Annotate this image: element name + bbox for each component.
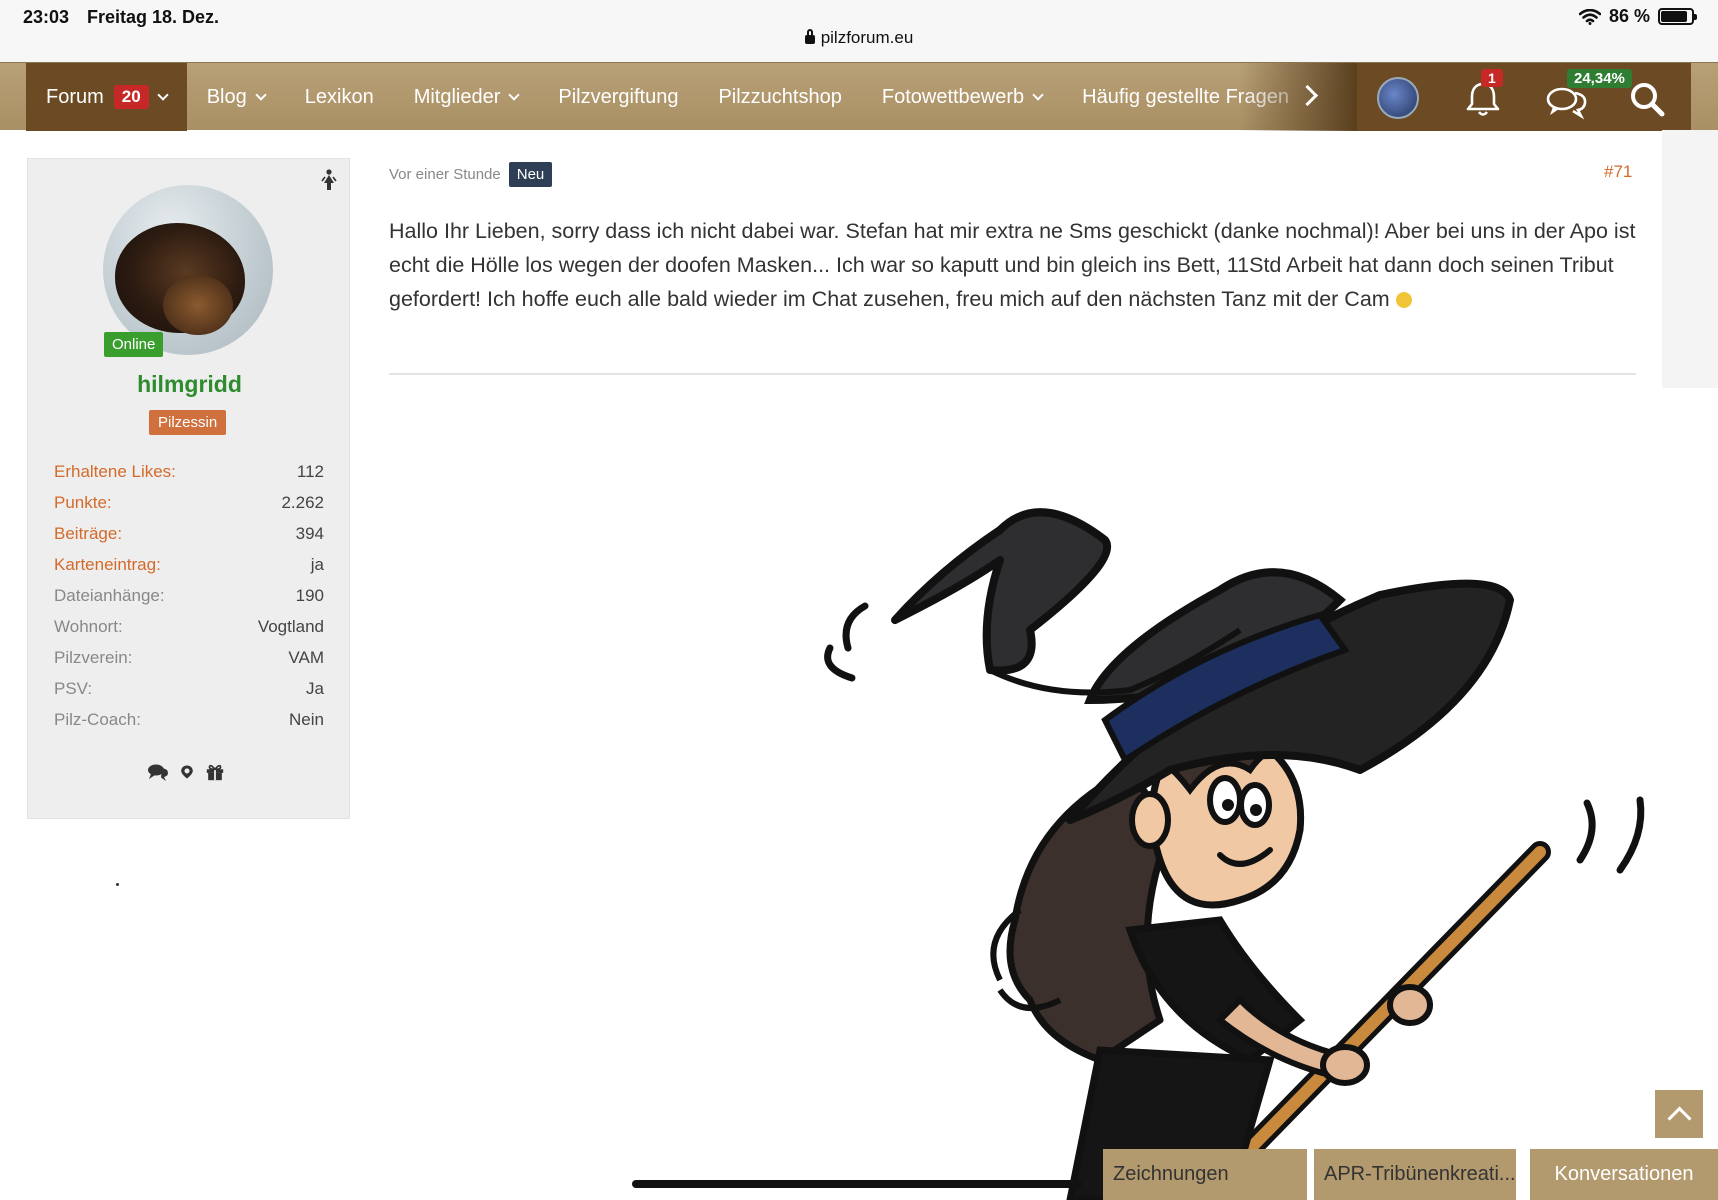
stat-row: Karteneintrag: ja: [54, 555, 324, 586]
screen: 23:03 Freitag 18. Dez. 86 % pilzforum.eu…: [0, 0, 1718, 1200]
address-bar[interactable]: pilzforum.eu: [0, 28, 1718, 48]
avatar-dog-face: [163, 275, 233, 335]
rank-badge: Pilzessin: [149, 410, 227, 435]
bottom-tab-konversationen[interactable]: Konversationen: [1530, 1149, 1718, 1200]
nav-label: Pilzzuchtshop: [718, 85, 842, 108]
stat-value: VAM: [288, 648, 324, 667]
stat-row: Dateianhänge: 190: [54, 586, 324, 617]
stat-label[interactable]: Karteneintrag:: [54, 555, 161, 586]
chevron-right-icon[interactable]: [1296, 81, 1326, 111]
stat-label: PSV:: [54, 679, 93, 698]
user-action-icons: [147, 762, 225, 782]
post-time[interactable]: Vor einer Stunde: [389, 166, 501, 183]
battery-percent: 86 %: [1608, 6, 1650, 26]
nav-label: Forum: [46, 85, 104, 108]
wifi-icon: [1578, 8, 1601, 25]
stat-row: Wohnort: Vogtland: [54, 617, 324, 648]
online-badge: Online: [104, 332, 164, 357]
right-sidebar-strip: [1662, 130, 1718, 388]
nav-item-blog[interactable]: Blog: [187, 63, 285, 131]
wink-smiley-icon: [1395, 292, 1412, 308]
post-number-link[interactable]: #71: [1604, 162, 1632, 182]
nav-label: Lexikon: [304, 85, 374, 108]
stat-value: ja: [310, 555, 324, 574]
stat-label: Wohnort:: [54, 617, 123, 636]
new-badge: Neu: [508, 162, 553, 187]
gift-icon[interactable]: [205, 762, 225, 782]
nav-item-mitglieder[interactable]: Mitglieder: [394, 63, 539, 131]
chevron-down-icon: [1032, 89, 1044, 101]
username-link[interactable]: hilmgridd: [28, 371, 351, 398]
nav-label: Pilzvergiftung: [558, 85, 679, 108]
nav-item-fotowettbewerb[interactable]: Fotowettbewerb: [862, 63, 1062, 131]
stat-value: Nein: [289, 710, 324, 729]
main-navigation: Forum 20 Blog Lexikon Mitglieder Pilzver…: [0, 62, 1718, 131]
nav-label: Fotowettbewerb: [881, 85, 1025, 108]
stat-value: 190: [295, 586, 324, 605]
stat-label[interactable]: Punkte:: [54, 493, 112, 524]
stat-value: 394: [295, 524, 324, 543]
nav-edge: [1691, 63, 1718, 131]
user-avatar[interactable]: [103, 185, 273, 355]
stat-row: Pilz-Coach: Nein: [54, 710, 324, 741]
stat-row: Pilzverein: VAM: [54, 648, 324, 679]
user-sidebar: Online hilmgridd Pilzessin Erhaltene Lik…: [27, 158, 350, 819]
battery-fill: [1661, 11, 1687, 22]
notifications-badge: 1: [1481, 69, 1503, 87]
stat-row: Beiträge: 394: [54, 524, 324, 555]
post-text: Hallo Ihr Lieben, sorry dass ich nicht d…: [389, 219, 1636, 311]
stat-label: Dateianhänge:: [54, 586, 165, 605]
bottom-tab-zeichnungen[interactable]: Zeichnungen: [1103, 1149, 1307, 1200]
witch-on-broom-image: [824, 508, 1645, 1200]
status-time: 23:03: [23, 7, 70, 27]
nav-items: Forum 20 Blog Lexikon Mitglieder Pilzver…: [26, 63, 1309, 131]
forum-unread-badge: 20: [113, 85, 149, 109]
scroll-to-top-button[interactable]: [1655, 1090, 1703, 1138]
nav-item-lexikon[interactable]: Lexikon: [285, 63, 394, 131]
user-stats: Erhaltene Likes: 112 Punkte: 2.262 Beiträge:…: [54, 462, 324, 741]
battery-icon: [1658, 8, 1697, 25]
nav-label: Mitglieder: [413, 85, 501, 108]
chevron-down-icon: [255, 89, 267, 101]
stat-value: 2.262: [281, 493, 324, 512]
user-panel: 1 24,34%: [1357, 63, 1691, 131]
nav-item-forum[interactable]: Forum 20: [26, 63, 187, 131]
status-bar: 23:03 Freitag 18. Dez. 86 % pilzforum.eu: [0, 0, 1718, 62]
nav-item-pilzzuchtshop[interactable]: Pilzzuchtshop: [698, 63, 861, 131]
stat-label: Pilzverein:: [54, 648, 133, 667]
female-icon: [321, 169, 337, 190]
nav-item-pilzvergiftung[interactable]: Pilzvergiftung: [538, 63, 698, 131]
search-icon[interactable]: [1627, 79, 1667, 119]
stray-dot: [116, 883, 119, 886]
stat-value: Vogtland: [257, 617, 324, 636]
conversations-badge: 24,34%: [1567, 69, 1632, 88]
chevron-down-icon: [508, 89, 521, 101]
bottom-tab-apr[interactable]: APR-Tribünenkreati...: [1314, 1149, 1516, 1200]
stat-row: Punkte: 2.262: [54, 493, 324, 524]
post-content: Hallo Ihr Lieben, sorry dass ich nicht d…: [389, 214, 1639, 316]
stat-value: Ja: [306, 679, 324, 698]
stat-label[interactable]: Erhaltene Likes:: [54, 462, 176, 493]
status-indicators: 86 %: [1578, 6, 1697, 27]
status-date: Freitag 18. Dez.: [87, 7, 220, 27]
post-divider: [389, 373, 1636, 375]
lock-icon: [804, 29, 815, 44]
user-avatar-button[interactable]: [1377, 77, 1419, 119]
stat-label: Pilz-Coach:: [54, 710, 141, 729]
chevron-down-icon: [157, 89, 169, 101]
stat-value: 112: [296, 462, 324, 481]
nav-label: Blog: [206, 85, 247, 108]
map-marker-icon[interactable]: [179, 762, 195, 782]
url-text: pilzforum.eu: [820, 28, 914, 47]
stat-label[interactable]: Beiträge:: [54, 524, 122, 555]
home-indicator: [632, 1180, 1082, 1188]
stat-row: PSV: Ja: [54, 679, 324, 710]
post-meta: Vor einer Stunde Neu: [389, 162, 553, 187]
conversation-icon[interactable]: [147, 762, 169, 782]
stat-row: Erhaltene Likes: 112: [54, 462, 324, 493]
